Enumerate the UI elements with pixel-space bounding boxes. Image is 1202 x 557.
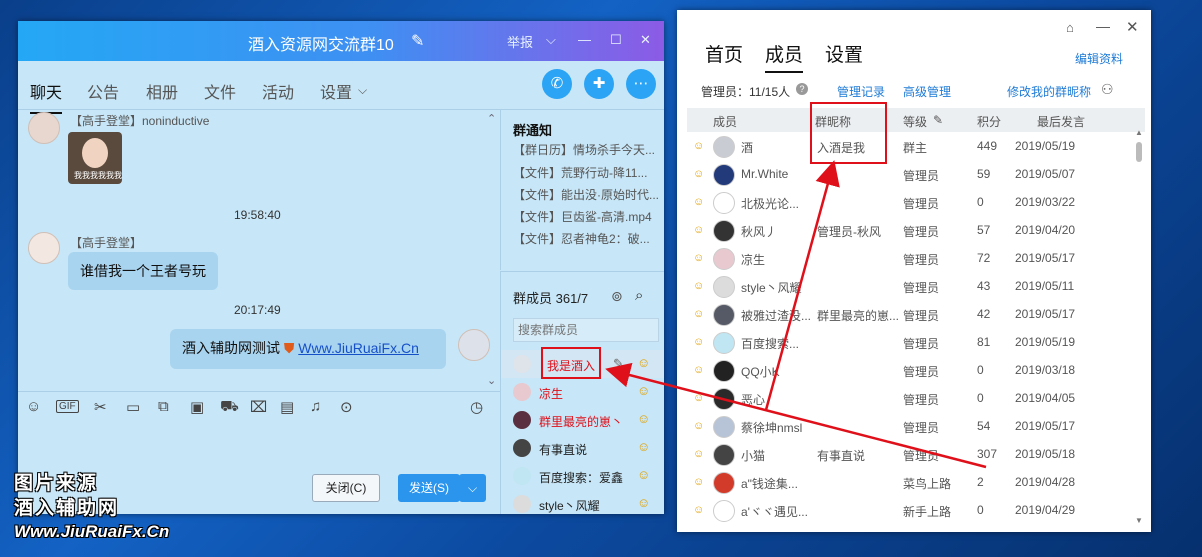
annotation-arrows	[605, 160, 987, 469]
arrow-line	[764, 160, 840, 411]
arrow-line	[605, 362, 987, 469]
